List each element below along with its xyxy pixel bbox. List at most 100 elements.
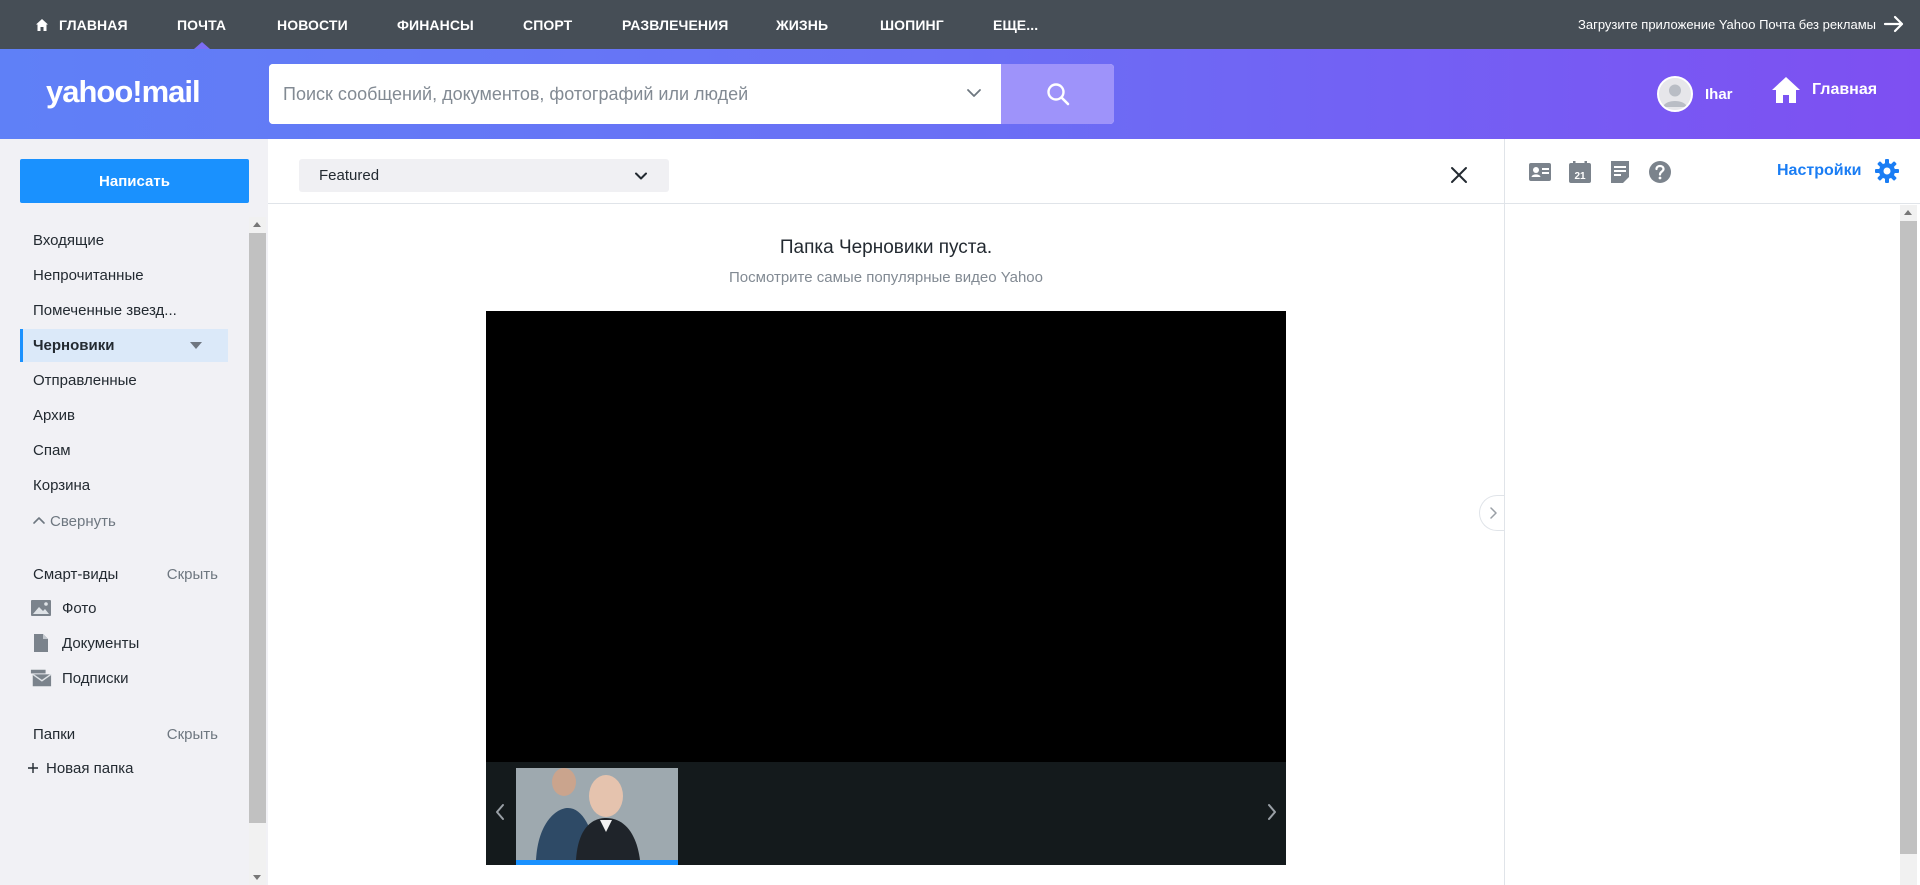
subscriptions-icon (30, 667, 52, 689)
search-icon (1046, 83, 1069, 106)
avatar (1657, 76, 1693, 112)
contacts-icon[interactable] (1528, 160, 1552, 184)
scroll-down-arrow-icon[interactable] (253, 875, 261, 880)
smart-view-label: Документы (62, 634, 140, 652)
folder-inbox[interactable]: Входящие (20, 224, 228, 257)
new-folder-label: Новая папка (46, 759, 134, 777)
new-folder-button[interactable]: Новая папка (20, 753, 228, 783)
document-icon (30, 632, 52, 654)
folders-hide-button[interactable]: Скрыть (167, 726, 218, 743)
nav-home-label: ГЛАВНАЯ (59, 16, 128, 33)
chevron-left-icon[interactable] (492, 800, 508, 824)
nav-more[interactable]: ЕЩЕ... (993, 0, 1038, 49)
left-sidebar: Написать Входящие Непрочитанные Помеченн… (0, 139, 268, 885)
settings-link[interactable]: Настройки (1777, 162, 1861, 180)
nav-mail[interactable]: ПОЧТА (177, 0, 226, 49)
right-panel-toolbar: 21 Настройки (1505, 139, 1920, 204)
nav-entertainment-label: РАЗВЛЕЧЕНИЯ (622, 16, 729, 33)
folder-label: Корзина (33, 477, 91, 494)
folder-label: Отправленные (33, 372, 137, 389)
search-button[interactable] (1001, 64, 1114, 124)
scrollbar-thumb[interactable] (249, 233, 266, 823)
close-icon[interactable] (1447, 163, 1471, 187)
folder-label: Архив (33, 407, 76, 424)
folder-drafts[interactable]: Черновики (20, 329, 228, 362)
folder-archive[interactable]: Архив (20, 399, 228, 432)
nav-shopping-label: ШОПИНГ (880, 16, 944, 33)
home-icon (36, 18, 48, 31)
nav-sport[interactable]: СПОРТ (523, 0, 572, 49)
right-panel-scrollbar[interactable] (1900, 205, 1917, 885)
scroll-up-arrow-icon[interactable] (253, 222, 261, 227)
folder-label: Черновики (33, 337, 115, 354)
nav-more-label: ЕЩЕ... (993, 16, 1039, 33)
right-panel: 21 Настройки (1504, 139, 1920, 885)
folder-sent[interactable]: Отправленные (20, 364, 228, 397)
video-playlist-strip (486, 762, 1286, 865)
chevron-right-icon[interactable] (1264, 800, 1280, 824)
folder-menu-caret-icon[interactable] (190, 342, 202, 349)
photo-icon (30, 597, 52, 619)
folder-spam[interactable]: Спам (20, 434, 228, 467)
smart-views-hide-button[interactable]: Скрыть (167, 566, 218, 583)
nav-finance[interactable]: ФИНАНСЫ (397, 0, 474, 49)
scroll-up-arrow-icon[interactable] (1904, 210, 1912, 215)
smart-views-title: Смарт-виды (33, 565, 119, 583)
user-account[interactable]: Ihar (1657, 76, 1733, 112)
folder-starred[interactable]: Помеченные звезд... (20, 294, 228, 327)
nav-home[interactable]: ГЛАВНАЯ (35, 0, 128, 49)
video-thumbnail-image (516, 768, 678, 860)
video-thumbnail[interactable] (516, 768, 678, 860)
home-link-label: Главная (1812, 81, 1878, 98)
plus-icon (28, 763, 38, 773)
video-player[interactable] (486, 311, 1286, 865)
featured-filter-value: Featured (319, 167, 380, 184)
collapse-folders-toggle[interactable]: Свернуть (20, 506, 228, 536)
top-navigation-bar: ГЛАВНАЯ ПОЧТА НОВОСТИ ФИНАНСЫ СПОРТ РАЗВ… (0, 0, 1920, 49)
featured-filter-dropdown[interactable]: Featured (299, 159, 669, 192)
nav-entertainment[interactable]: РАЗВЛЕЧЕНИЯ (622, 0, 728, 49)
sidebar-scrollbar[interactable] (249, 217, 266, 885)
chevron-right-icon (1489, 507, 1497, 519)
home-link[interactable]: Главная (1770, 74, 1877, 106)
search-input[interactable] (269, 64, 1001, 124)
help-icon[interactable] (1648, 160, 1672, 184)
smart-view-label: Подписки (62, 669, 129, 687)
nav-news-label: НОВОСТИ (277, 16, 348, 33)
calendar-day: 21 (1574, 171, 1586, 182)
message-list-pane: Featured Папка Черновики пуста. Посмотри… (268, 139, 1504, 885)
yahoo-mail-logo[interactable]: yahoo!mail (46, 74, 201, 114)
smart-view-label: Фото (62, 599, 97, 617)
chevron-down-icon (635, 172, 647, 180)
nav-sport-label: СПОРТ (523, 16, 573, 33)
calendar-icon[interactable]: 21 (1568, 160, 1592, 184)
smart-view-photos[interactable]: Фото (20, 593, 228, 623)
compose-button[interactable]: Написать (20, 159, 249, 203)
folder-label: Непрочитанные (33, 267, 144, 284)
app-download-promo[interactable]: Загрузите приложение Yahoo Почта без рек… (1578, 0, 1876, 49)
folders-title: Папки (33, 725, 76, 743)
smart-view-subscriptions[interactable]: Подписки (20, 663, 228, 693)
empty-folder-subtitle: Посмотрите самые популярные видео Yahoo (729, 269, 1043, 286)
smart-view-documents[interactable]: Документы (20, 628, 228, 658)
nav-news[interactable]: НОВОСТИ (277, 0, 348, 49)
empty-folder-title: Папка Черновики пуста. (779, 237, 993, 258)
gear-icon[interactable] (1874, 158, 1900, 184)
nav-mail-label: ПОЧТА (177, 16, 227, 33)
search-options-chevron-icon[interactable] (965, 84, 983, 102)
chevron-up-icon (33, 517, 45, 524)
folder-label: Входящие (33, 232, 105, 249)
scrollbar-thumb[interactable] (1900, 221, 1917, 854)
folder-trash[interactable]: Корзина (20, 469, 228, 502)
user-avatar-icon (1659, 78, 1691, 110)
arrow-right-icon[interactable] (1882, 12, 1906, 36)
home-icon (1772, 77, 1800, 103)
mail-header: yahoo!mail (0, 49, 1920, 139)
folder-label: Помеченные звезд... (33, 302, 177, 319)
notepad-icon[interactable] (1608, 160, 1632, 184)
nav-shopping[interactable]: ШОПИНГ (880, 0, 944, 49)
message-list-toolbar: Featured (268, 139, 1504, 204)
nav-life[interactable]: ЖИЗНЬ (776, 0, 828, 49)
folders-header: Папки Скрыть (20, 719, 228, 749)
folder-unread[interactable]: Непрочитанные (20, 259, 228, 292)
